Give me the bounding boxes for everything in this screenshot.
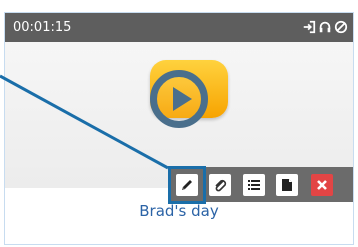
document-button[interactable] [276,174,298,196]
headphones-icon[interactable] [318,20,332,34]
play-icon [173,87,192,111]
disabled-icon[interactable] [334,20,348,34]
list-button[interactable] [243,174,265,196]
attach-button[interactable] [209,174,231,196]
delete-button[interactable] [311,174,333,196]
paperclip-icon [215,179,227,192]
video-time: 00:01:15 [13,20,72,35]
edit-highlight-box [168,166,206,204]
video-topbar: 00:01:15 [5,13,353,42]
document-icon [282,179,292,191]
video-title[interactable]: Brad's day [0,202,358,220]
login-icon[interactable] [302,20,316,34]
list-icon [248,180,260,190]
close-icon [317,180,327,190]
